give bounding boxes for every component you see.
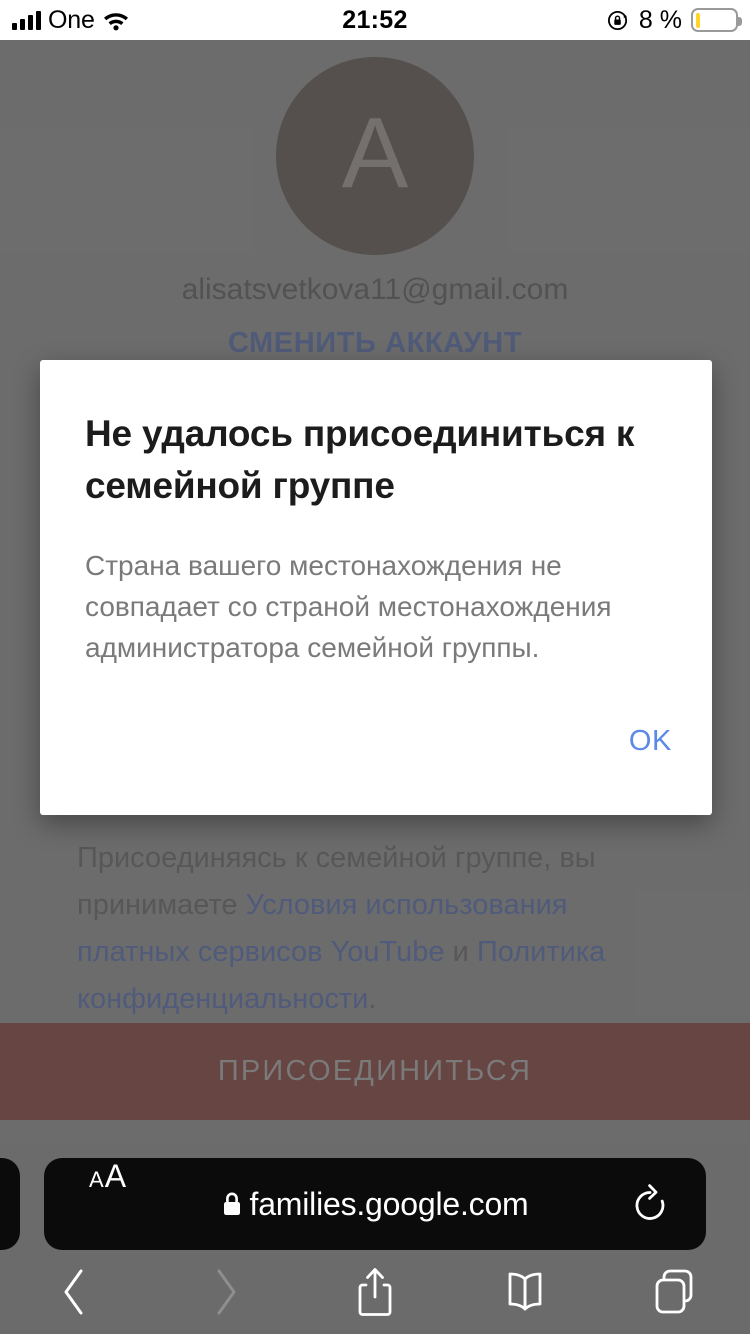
status-bar: One 21:52 8 % [0,0,750,40]
adjacent-tab-pill[interactable] [0,1158,20,1250]
status-bar-right: 8 % [607,0,742,40]
lock-icon [222,1191,242,1217]
url-display[interactable]: families.google.com [44,1158,706,1250]
dialog-title: Не удалось присоединиться к семейной гру… [85,413,635,506]
share-button[interactable] [300,1250,450,1334]
battery-percent-label: 8 % [638,5,682,34]
tabs-button[interactable] [600,1250,750,1334]
url-text: families.google.com [249,1185,529,1222]
chevron-right-icon [217,1269,236,1315]
forward-button[interactable] [150,1250,300,1334]
dialog-body: Страна вашего местонахождения не совпада… [85,550,612,663]
safari-bottom-bar: AA families.google.com [0,1143,750,1334]
tabs-icon [655,1269,693,1314]
reload-icon [635,1184,665,1220]
back-button[interactable] [0,1250,150,1334]
safari-toolbar [0,1250,750,1334]
dialog-ok-button[interactable]: OK [629,725,672,758]
battery-icon [691,8,742,32]
reload-button[interactable] [630,1158,670,1250]
rotation-lock-icon [607,9,630,32]
book-icon [508,1272,542,1311]
url-bar[interactable]: AA families.google.com [44,1158,706,1250]
error-dialog: Не удалось присоединиться к семейной гру… [40,360,712,815]
chevron-left-icon [64,1269,83,1315]
phone-screen: One 21:52 8 % Не удалось присоединиться … [0,0,750,1334]
bookmarks-button[interactable] [450,1250,600,1334]
share-icon [358,1268,392,1316]
